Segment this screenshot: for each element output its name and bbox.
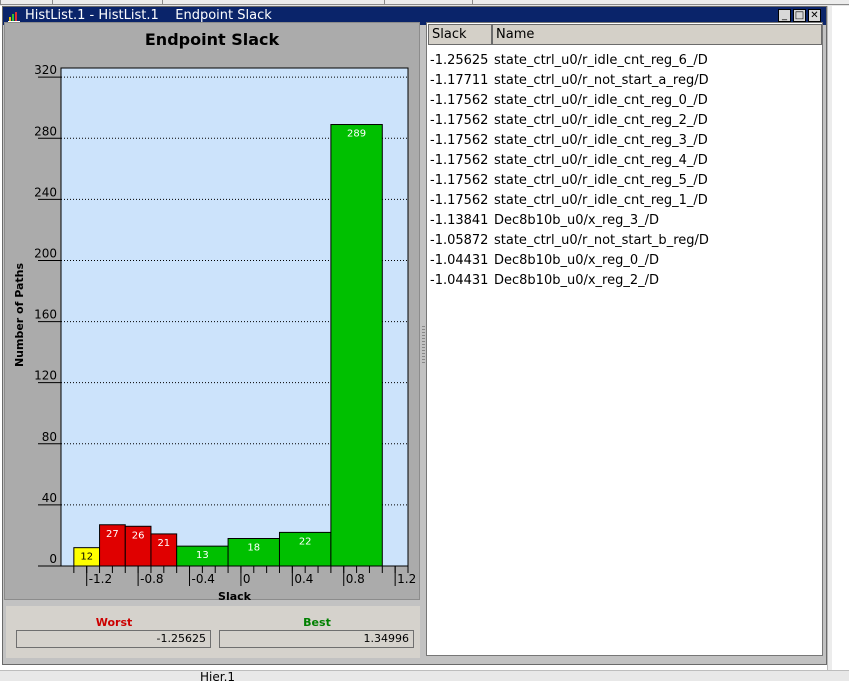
bar-value-label: 21 — [157, 538, 170, 549]
endpoint-table: Slack Name -1.25625 state_ctrl_u0/r_idle_… — [426, 22, 823, 656]
table-row[interactable]: -1.17562 state_ctrl_u0/r_idle_cnt_reg_1_/… — [428, 191, 818, 211]
y-tick-label: 160 — [34, 308, 57, 322]
name-cell: Dec8b10b_u0/x_reg_2_/D — [494, 273, 660, 288]
table-row[interactable]: -1.05872 state_ctrl_u0/r_not_start_b_reg/… — [428, 231, 818, 251]
bar-value-label: 18 — [247, 543, 260, 554]
slack-cell: -1.17711 — [430, 73, 489, 88]
name-cell: state_ctrl_u0/r_idle_cnt_reg_5_/D — [494, 173, 708, 188]
table-row[interactable]: -1.04431 Dec8b10b_u0/x_reg_0_/D — [428, 251, 818, 271]
best-label: Best — [303, 616, 331, 629]
bar-value-label: 26 — [132, 530, 145, 541]
y-axis-label: Number of Paths — [13, 263, 26, 368]
x-tick-label: 0.4 — [294, 572, 313, 586]
slack-cell: -1.13841 — [430, 213, 489, 228]
table-row[interactable]: -1.17562 state_ctrl_u0/r_idle_cnt_reg_3_/… — [428, 131, 818, 151]
bar-value-label: 12 — [80, 552, 93, 563]
y-tick-label: 0 — [49, 552, 57, 566]
name-cell: state_ctrl_u0/r_idle_cnt_reg_1_/D — [494, 193, 708, 208]
slack-legend: Worst Best -1.25625 1.34996 — [6, 606, 420, 658]
y-tick-label: 120 — [34, 369, 57, 383]
status-text: Hier.1 — [200, 670, 236, 684]
y-tick-label: 280 — [34, 124, 57, 138]
slack-cell: -1.17562 — [430, 93, 489, 108]
table-row[interactable]: -1.17562 state_ctrl_u0/r_idle_cnt_reg_5_/… — [428, 171, 818, 191]
x-tick-label: -0.4 — [192, 572, 215, 586]
y-tick-label: 240 — [34, 185, 57, 199]
y-tick-label: 200 — [34, 246, 57, 260]
x-tick-label: 0 — [243, 572, 251, 586]
table-row[interactable]: -1.17562 state_ctrl_u0/r_idle_cnt_reg_2_/… — [428, 111, 818, 131]
window-edge — [827, 6, 832, 670]
slack-cell: -1.17562 — [430, 113, 489, 128]
name-cell: Dec8b10b_u0/x_reg_0_/D — [494, 253, 660, 268]
table-row[interactable]: -1.17562 state_ctrl_u0/r_idle_cnt_reg_4_/… — [428, 151, 818, 171]
histogram-bar — [330, 124, 383, 567]
table-row[interactable]: -1.13841 Dec8b10b_u0/x_reg_3_/D — [428, 211, 818, 231]
name-cell: state_ctrl_u0/r_idle_cnt_reg_3_/D — [494, 133, 708, 148]
splitter-grip-icon[interactable] — [422, 326, 425, 364]
bar-value-label: 22 — [299, 536, 312, 547]
y-tick-label: 320 — [34, 63, 57, 77]
name-cell: state_ctrl_u0/r_idle_cnt_reg_2_/D — [494, 113, 708, 128]
slack-cell: -1.17562 — [430, 153, 489, 168]
x-tick-label: 1.2 — [397, 572, 416, 586]
slack-cell: -1.04431 — [430, 273, 489, 288]
best-value-field: 1.34996 — [219, 630, 414, 648]
table-row[interactable]: -1.25625 state_ctrl_u0/r_idle_cnt_reg_6_/… — [428, 51, 818, 71]
name-cell: state_ctrl_u0/r_idle_cnt_reg_6_/D — [494, 53, 708, 68]
x-tick-label: 0.8 — [346, 572, 365, 586]
name-cell: state_ctrl_u0/r_idle_cnt_reg_0_/D — [494, 93, 708, 108]
slack-cell: -1.17562 — [430, 193, 489, 208]
slack-cell: -1.17562 — [430, 173, 489, 188]
y-tick-label: 40 — [42, 491, 57, 505]
x-tick-label: -0.8 — [140, 572, 163, 586]
bar-value-label: 13 — [196, 550, 209, 561]
name-cell: state_ctrl_u0/r_not_start_b_reg/D — [494, 233, 709, 248]
y-tick-label: 80 — [42, 430, 57, 444]
slack-cell: -1.05872 — [430, 233, 489, 248]
name-cell: state_ctrl_u0/r_not_start_a_reg/D — [494, 73, 709, 88]
worst-label: Worst — [95, 616, 133, 629]
column-header-slack[interactable]: Slack — [428, 24, 492, 45]
x-tick-label: -1.2 — [89, 572, 112, 586]
table-row[interactable]: -1.04431 Dec8b10b_u0/x_reg_2_/D — [428, 271, 818, 291]
table-row[interactable]: -1.17562 state_ctrl_u0/r_idle_cnt_reg_0_/… — [428, 91, 818, 111]
name-cell: Dec8b10b_u0/x_reg_3_/D — [494, 213, 660, 228]
worst-value-field: -1.25625 — [16, 630, 211, 648]
slack-cell: -1.25625 — [430, 53, 489, 68]
x-axis-label: Slack — [218, 590, 252, 603]
slack-cell: -1.17562 — [430, 133, 489, 148]
status-bar: Hier.1 — [0, 670, 849, 684]
name-cell: state_ctrl_u0/r_idle_cnt_reg_4_/D — [494, 153, 708, 168]
bar-value-label: 27 — [106, 529, 119, 540]
bar-value-label: 289 — [347, 129, 366, 140]
slack-cell: -1.04431 — [430, 253, 489, 268]
column-header-name[interactable]: Name — [492, 24, 822, 45]
table-row[interactable]: -1.17711 state_ctrl_u0/r_not_start_a_reg/… — [428, 71, 818, 91]
